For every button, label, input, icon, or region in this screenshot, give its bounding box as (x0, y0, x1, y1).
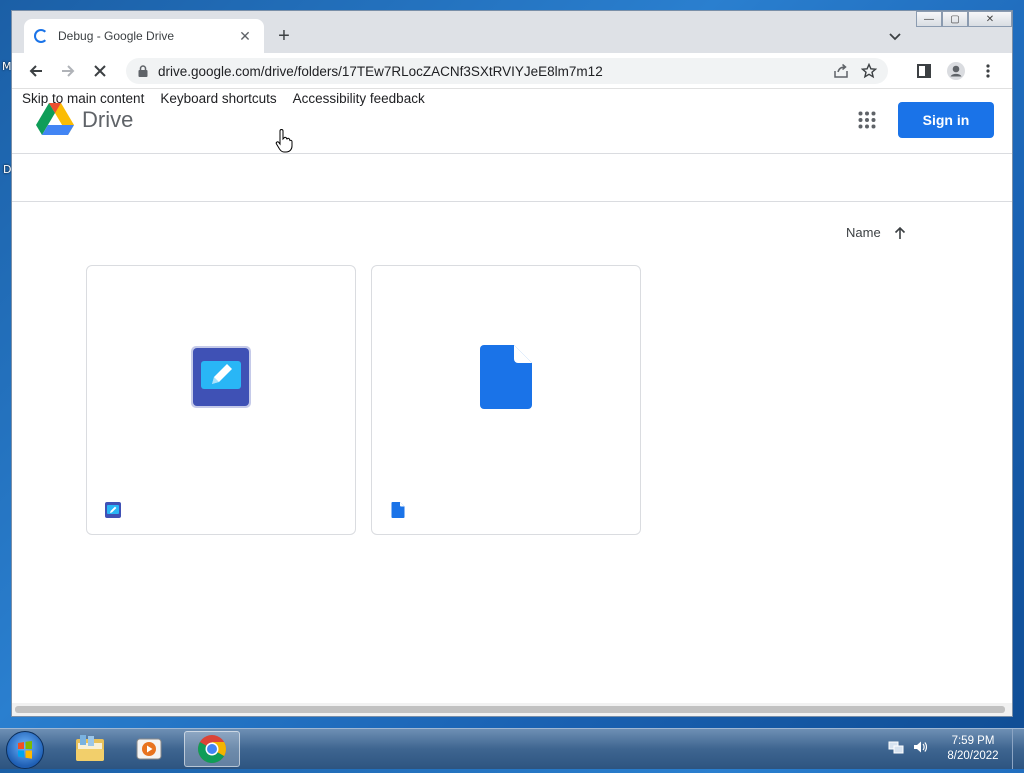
tab-strip: Debug - Google Drive ✕ + — ▢ ✕ (12, 11, 1012, 53)
taskbar-explorer[interactable] (62, 731, 118, 767)
file-thumbnail (372, 266, 640, 488)
horizontal-scrollbar[interactable] (12, 703, 1012, 716)
show-desktop-button[interactable] (1012, 729, 1024, 769)
taskbar-clock[interactable]: 7:59 PM 8/20/2022 (940, 734, 1006, 764)
file-card[interactable] (371, 265, 641, 535)
sort-control[interactable]: Name (846, 225, 907, 240)
file-icon (480, 345, 532, 409)
start-button[interactable] (6, 731, 44, 769)
windows-taskbar: 7:59 PM 8/20/2022 (0, 728, 1024, 769)
url-text: drive.google.com/drive/folders/17TEw7RLo… (158, 63, 603, 79)
share-icon[interactable] (832, 62, 850, 80)
browser-toolbar: drive.google.com/drive/folders/17TEw7RLo… (12, 53, 1012, 89)
keyboard-shortcuts-link[interactable]: Keyboard shortcuts (160, 91, 276, 106)
sign-in-button[interactable]: Sign in (898, 102, 994, 138)
window-controls: — ▢ ✕ (916, 11, 1012, 29)
drawing-icon (105, 502, 121, 518)
arrow-up-icon[interactable] (893, 226, 907, 240)
arrow-left-icon (29, 65, 42, 77)
side-panel-icon[interactable] (914, 61, 934, 81)
tab-title: Debug - Google Drive (58, 29, 175, 43)
star-bookmark-icon[interactable] (860, 62, 878, 80)
scrollbar-thumb[interactable] (15, 706, 1005, 713)
drive-title[interactable]: Drive (82, 107, 133, 133)
file-card[interactable] (86, 265, 356, 535)
tab-search-chevron-icon[interactable] (887, 28, 903, 44)
media-player-icon (136, 738, 162, 760)
skip-to-main-link[interactable]: Skip to main content (22, 91, 144, 106)
taskbar-chrome[interactable] (184, 731, 240, 767)
kebab-menu-icon[interactable] (978, 61, 998, 81)
clock-date: 8/20/2022 (947, 750, 999, 762)
action-bar (12, 153, 1012, 202)
apps-grid-icon[interactable] (858, 111, 876, 129)
close-window-button[interactable]: ✕ (968, 11, 1012, 27)
maximize-button[interactable]: ▢ (942, 11, 968, 27)
google-drive-logo-icon[interactable] (36, 103, 74, 137)
minimize-button[interactable]: — (916, 11, 942, 27)
file-thumbnail (87, 266, 355, 488)
clock-time: 7:59 PM (951, 735, 995, 747)
windows-logo-icon (18, 741, 32, 759)
sort-label: Name (846, 225, 881, 240)
skip-links: Skip to main content Keyboard shortcuts … (22, 91, 425, 106)
loading-spinner-icon (34, 29, 48, 43)
network-icon[interactable] (888, 739, 904, 755)
system-tray (888, 739, 928, 755)
new-tab-button[interactable]: + (272, 25, 296, 49)
taskbar-media-player[interactable] (122, 731, 178, 767)
address-bar[interactable]: drive.google.com/drive/folders/17TEw7RLo… (126, 58, 888, 84)
profile-avatar-icon[interactable] (946, 61, 966, 81)
drawing-icon (191, 346, 251, 408)
chrome-icon (198, 735, 226, 763)
volume-icon[interactable] (912, 739, 928, 755)
file-icon (391, 502, 405, 518)
forward-button[interactable] (58, 61, 78, 81)
stop-loading-button[interactable] (90, 61, 110, 81)
tab-close-icon[interactable]: ✕ (236, 28, 254, 45)
tab-google-drive[interactable]: Debug - Google Drive ✕ (24, 19, 264, 53)
folder-icon (76, 735, 104, 761)
accessibility-feedback-link[interactable]: Accessibility feedback (293, 91, 425, 106)
back-button[interactable] (26, 61, 46, 81)
close-icon (94, 65, 106, 77)
lock-icon (138, 65, 148, 77)
arrow-right-icon (62, 65, 75, 77)
hand-cursor-icon (275, 129, 293, 153)
browser-window: Debug - Google Drive ✕ + — ▢ ✕ drive.goo… (11, 10, 1013, 717)
page-content: Drive Sign in Skip to main content Keybo… (12, 89, 1012, 703)
